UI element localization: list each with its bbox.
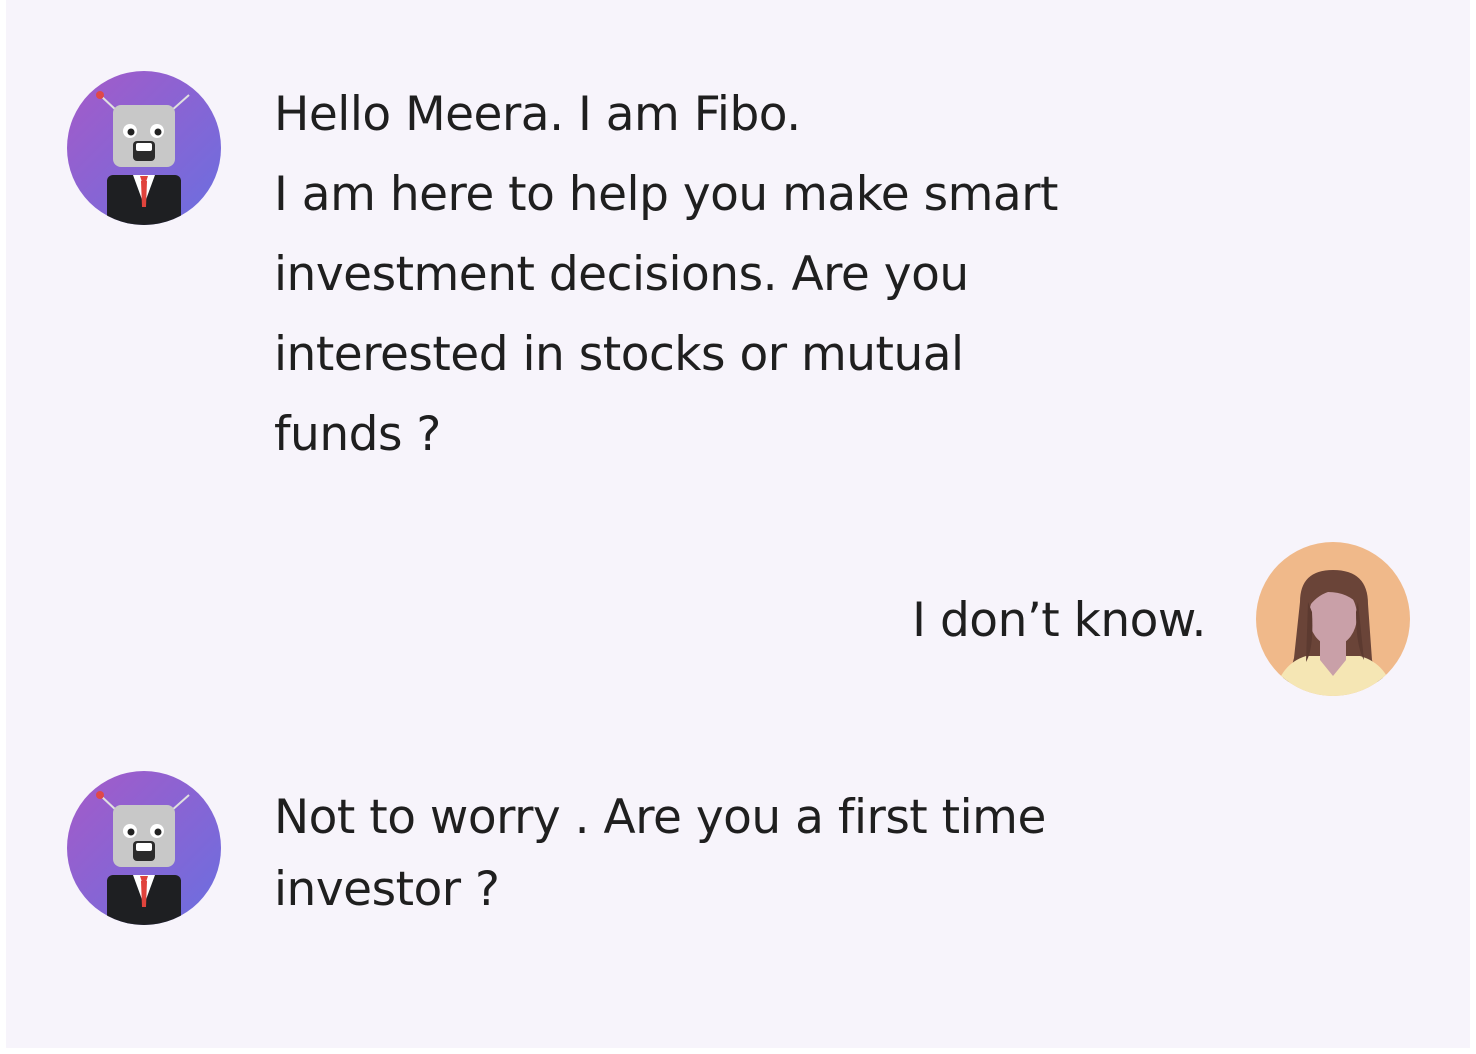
user-woman-icon — [1256, 542, 1410, 696]
message-line: I am here to help you make smart — [274, 167, 1058, 222]
message-line: investment decisions. Are you — [274, 247, 969, 302]
message-line: Hello Meera. I am Fibo. — [274, 87, 801, 142]
message-line: Not to worry . Are you a first time — [274, 790, 1046, 845]
bot-message: Not to worry . Are you a first time inve… — [274, 782, 1046, 926]
chat-panel: Hello Meera. I am Fibo. I am here to hel… — [6, 0, 1470, 1048]
bot-message: Hello Meera. I am Fibo. I am here to hel… — [274, 84, 1058, 484]
robot-advisor-icon — [67, 71, 221, 225]
message-line: funds ? — [274, 407, 441, 462]
message-line: investor ? — [274, 862, 500, 917]
robot-advisor-icon — [67, 771, 221, 925]
user-message: I don’t know. — [912, 593, 1206, 648]
message-line: interested in stocks or mutual — [274, 327, 964, 382]
